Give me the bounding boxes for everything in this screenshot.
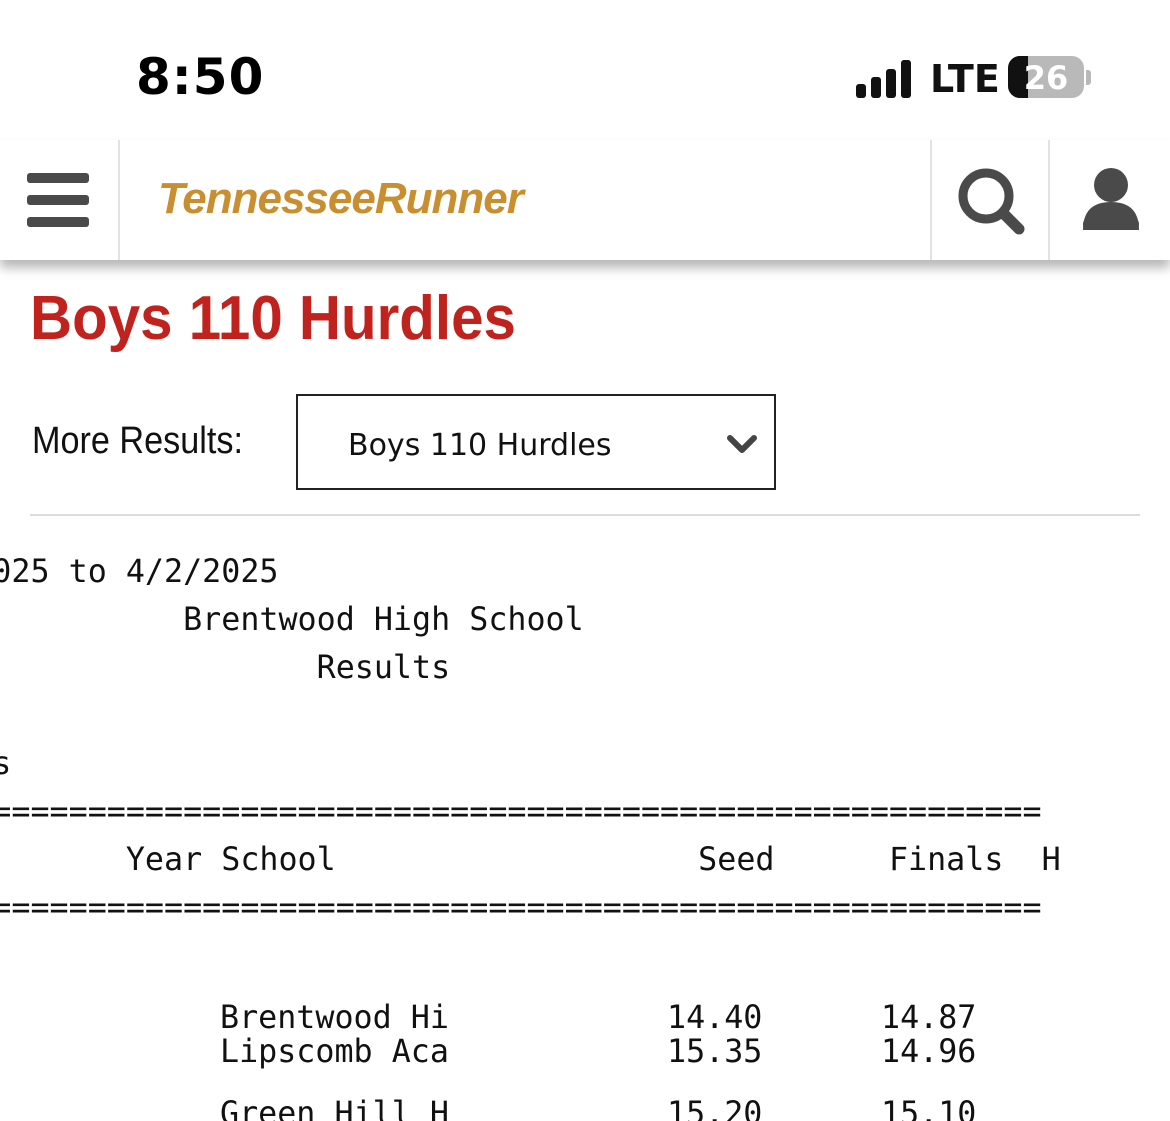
battery-percent: 26 <box>1023 59 1069 97</box>
result-row: Brentwood Hi 14.40 14.87 <box>0 980 1061 1036</box>
user-icon <box>1083 168 1139 230</box>
column-header-line: Year School Seed Finals H <box>0 842 1061 878</box>
network-type: LTE <box>930 57 1000 101</box>
more-results-label: More Results: <box>32 420 243 462</box>
site-header: TennesseeRunner <box>0 140 1170 260</box>
search-button[interactable] <box>930 140 1050 260</box>
date-range-line: /1/2025 to 4/2/2025 <box>0 554 279 590</box>
athlete-name: rner <box>0 1028 220 1076</box>
event-select-value: Boys 110 Hurdles <box>348 428 612 463</box>
rule-line: ========================================… <box>0 890 1042 926</box>
meet-name-line: Brentwood High School <box>183 602 584 638</box>
school-name: Green Hill H <box>220 1096 449 1121</box>
battery-icon: 26 <box>1008 56 1084 98</box>
account-button[interactable] <box>1052 140 1170 260</box>
results-text[interactable]: /1/2025 to 4/2/2025 Brentwood High Schoo… <box>0 548 1140 1121</box>
rule-line: ========================================… <box>0 794 1042 830</box>
status-bar: 8:50 LTE 26 <box>0 0 1170 140</box>
athlete-name <box>0 1076 220 1121</box>
section-divider <box>30 514 1140 516</box>
results-pre: /1/2025 to 4/2/2025 Brentwood High Schoo… <box>0 548 1061 1121</box>
athlete-name <box>0 980 220 1028</box>
finals-time: 15.10 <box>881 1096 977 1121</box>
seed-time: 15.20 <box>667 1096 763 1121</box>
event-name-line: rdles <box>0 746 12 782</box>
chevron-down-icon <box>727 435 757 453</box>
status-time: 8:50 <box>136 48 265 106</box>
search-icon <box>958 168 1025 235</box>
event-select[interactable]: Boys 110 Hurdles <box>296 394 776 490</box>
result-row: Green Hill H 15.20 15.10 <box>0 1076 1061 1121</box>
menu-button[interactable] <box>0 140 120 260</box>
page-title: Boys 110 Hurdles <box>30 284 516 353</box>
finals-time: 14.96 <box>881 1034 977 1070</box>
seed-time: 15.35 <box>667 1034 763 1070</box>
results-heading-line: Results <box>316 650 451 686</box>
battery-nub <box>1086 70 1091 85</box>
school-name: Lipscomb Aca <box>220 1034 449 1070</box>
cellular-signal-icon <box>856 58 916 98</box>
site-logo[interactable]: TennesseeRunner <box>158 174 524 224</box>
result-row: rnerLipscomb Aca 15.35 14.96 <box>0 1028 1061 1076</box>
